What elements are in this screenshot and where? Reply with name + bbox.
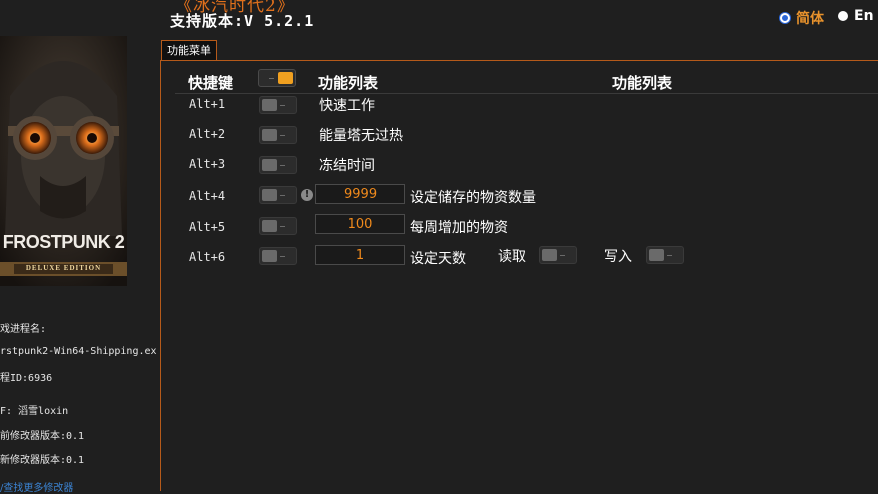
process-label: 戏进程名: — [0, 324, 47, 335]
game-cover-image: FROSTPUNK 2 DELUXE EDITION — [0, 36, 127, 286]
toggle-track-mark — [667, 255, 672, 256]
radio-icon[interactable] — [838, 11, 848, 21]
lang-option-english[interactable]: En — [838, 8, 874, 24]
supported-version: 支持版本:V 5.2.1 — [170, 12, 315, 30]
toggle-track-mark — [280, 256, 285, 257]
toggle-knob — [262, 250, 277, 262]
toggle-track-mark — [280, 226, 285, 227]
tab-feature-menu[interactable]: 功能菜单 — [161, 40, 217, 61]
cover-title: FROSTPUNK 2 — [2, 232, 125, 252]
col-header-features: 功能列表 — [318, 74, 379, 92]
hotkey-6: Alt+6 — [189, 250, 226, 264]
toggle-knob — [262, 129, 277, 141]
write-label: 写入 — [604, 249, 632, 265]
feature-label-2: 能量塔无过热 — [319, 128, 403, 144]
toggle-no-overheat[interactable] — [259, 126, 297, 144]
storage-amount-input[interactable]: 9999 — [315, 184, 405, 204]
toggle-track-mark — [280, 105, 285, 106]
toggle-read[interactable] — [539, 246, 577, 264]
toggle-set-storage[interactable] — [259, 186, 297, 204]
toggle-knob — [262, 99, 277, 111]
header-divider — [175, 93, 878, 94]
process-id: 程ID:6936 — [0, 373, 53, 384]
process-name: rstpunk2-Win64-Shipping.ex — [0, 346, 157, 357]
hotkey-5: Alt+5 — [189, 220, 226, 234]
toggle-weekly-supply[interactable] — [259, 217, 297, 235]
hotkey-1: Alt+1 — [189, 97, 226, 111]
hotkey-4: Alt+4 — [189, 189, 226, 203]
toggle-knob — [649, 249, 664, 261]
hotkey-3: Alt+3 — [189, 157, 226, 171]
toggle-knob — [262, 189, 277, 201]
toggle-knob — [542, 249, 557, 261]
lang-label-en: En — [854, 8, 874, 24]
feature-panel — [160, 60, 878, 491]
hotkey-2: Alt+2 — [189, 127, 226, 141]
feature-label-4: 设定储存的物资数量 — [410, 190, 536, 206]
toggle-freeze-time[interactable] — [259, 156, 297, 174]
days-input[interactable]: 1 — [315, 245, 405, 265]
warning-icon: ! — [301, 189, 313, 201]
toggle-track-mark — [280, 135, 285, 136]
toggle-knob — [278, 72, 293, 84]
toggle-set-days[interactable] — [259, 247, 297, 265]
toggle-track-mark — [280, 165, 285, 166]
more-trainers-link[interactable]: /查找更多修改器 — [0, 479, 73, 494]
feature-label-6: 设定天数 — [410, 251, 466, 267]
toggle-track-mark — [280, 195, 285, 196]
col-header-hotkey: 快捷键 — [188, 74, 234, 92]
feature-label-5: 每周增加的物资 — [410, 220, 508, 236]
toggle-track-mark — [269, 78, 274, 79]
feature-label-3: 冻结时间 — [319, 158, 375, 174]
master-toggle[interactable] — [258, 69, 296, 87]
latest-version: 新修改器版本:0.1 — [0, 455, 85, 466]
author: F: 滔雪loxin — [0, 406, 69, 417]
toggle-fast-work[interactable] — [259, 96, 297, 114]
feature-label-1: 快速工作 — [319, 98, 375, 114]
lang-label-zh: 简体 — [796, 11, 824, 27]
lang-option-simplified[interactable]: 简体 — [780, 8, 824, 28]
toggle-track-mark — [560, 255, 565, 256]
col-header-features-right: 功能列表 — [612, 74, 673, 92]
toggle-knob — [262, 220, 277, 232]
current-version: 前修改器版本:0.1 — [0, 431, 85, 442]
cover-subtitle: DELUXE EDITION — [25, 264, 102, 272]
read-label: 读取 — [498, 249, 526, 265]
toggle-write[interactable] — [646, 246, 684, 264]
toggle-knob — [262, 159, 277, 171]
weekly-supply-input[interactable]: 100 — [315, 214, 405, 234]
radio-selected-icon[interactable] — [780, 13, 790, 23]
